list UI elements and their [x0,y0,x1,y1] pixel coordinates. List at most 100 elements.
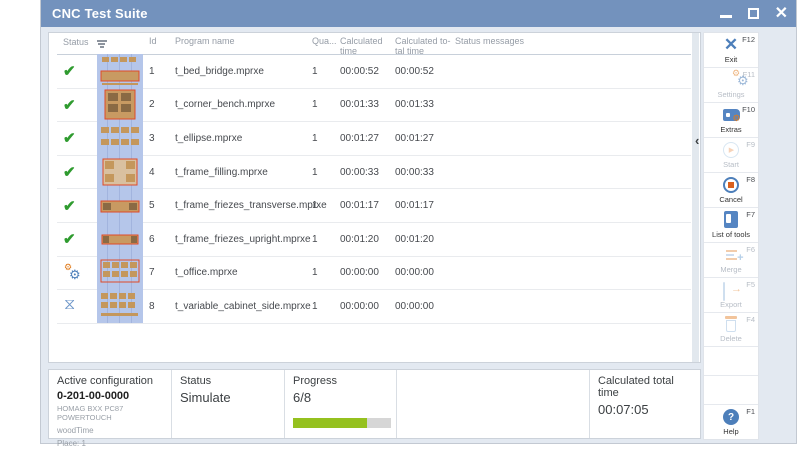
row-id: 1 [145,66,175,77]
sidebar-button-merge[interactable]: F6 + Merge [704,243,758,278]
sidebar-empty-slot-f3 [704,347,758,376]
column-header-quantity[interactable]: Qua... [312,37,340,47]
sidebar-button-extras[interactable]: F10 ⚙ Extras [704,103,758,138]
row-program-name: t_variable_cabinet_side.mprxe [175,301,312,312]
row-id: 6 [145,234,175,245]
table-body: 1t_bed_bridge.mprxe100:00:5200:00:522t_c… [57,55,691,324]
status-ok-icon [63,163,81,181]
row-program-name: t_office.mprxe [175,267,312,278]
row-calculated-total-time: 00:00:33 [395,167,455,178]
row-id: 2 [145,99,175,110]
machine-name: HOMAG BXX PC87 POWERTOUCH [57,404,163,422]
table-header-row: Status Id Program name Qua... Calculated… [57,33,691,55]
sidebar-button-cancel[interactable]: F8 Cancel [704,173,758,208]
sidebar-empty-slot-f2 [704,376,758,405]
exit-icon: ✕ [724,36,738,54]
minimize-icon[interactable] [720,15,732,18]
row-calculated-total-time: 00:00:00 [395,301,455,312]
program-preview-thumbnail [97,289,143,323]
table-row[interactable]: 5t_frame_friezes_transverse.mprxe100:01:… [57,189,691,223]
row-program-name: t_corner_bench.mprxe [175,99,312,110]
row-id: 7 [145,267,175,278]
row-program-name: t_frame_filling.mprxe [175,167,312,178]
row-quantity: 1 [312,200,340,211]
program-preview-thumbnail [97,189,143,223]
close-icon[interactable]: ✕ [775,6,788,22]
status-ok-icon [63,129,81,147]
start-icon: ▶ [723,141,739,159]
progress-bar-fill [293,418,367,428]
status-ok-icon [63,62,81,80]
app-window: CNC Test Suite ✕ Status Id Program name … [40,0,797,444]
table-row[interactable]: 4t_frame_filling.mprxe100:00:3300:00:33 [57,156,691,190]
column-header-program-name[interactable]: Program name [175,37,312,47]
sidebar-button-list-of-tools[interactable]: F7 List of tools [704,208,758,243]
program-preview-thumbnail [97,256,143,290]
progress-bar [293,418,391,428]
row-program-name: t_ellipse.mprxe [175,133,312,144]
filter-icon[interactable] [97,40,107,48]
sidebar-button-exit[interactable]: F12 ✕ Exit [704,33,758,68]
row-calculated-time: 00:01:33 [340,99,395,110]
progress-label: Progress [293,375,388,387]
status-ok-icon [63,96,81,114]
table-row[interactable]: 8t_variable_cabinet_side.mprxe100:00:000… [57,290,691,324]
delete-icon [725,315,737,333]
program-table-panel: Status Id Program name Qua... Calculated… [48,32,701,363]
program-preview-thumbnail [97,88,143,122]
row-calculated-time: 00:00:33 [340,167,395,178]
row-quantity: 1 [312,66,340,77]
sidebar-button-export[interactable]: F5 → Export [704,278,758,313]
window-title: CNC Test Suite [52,6,720,21]
row-quantity: 1 [312,99,340,110]
table-row[interactable]: 6t_frame_friezes_upright.mprxe100:01:200… [57,223,691,257]
row-id: 4 [145,167,175,178]
row-calculated-total-time: 00:00:52 [395,66,455,77]
status-footer-panel: Active configuration 0-201-00-0000 HOMAG… [48,369,701,439]
table-row[interactable]: 7t_office.mprxe100:00:0000:00:00 [57,257,691,291]
calculated-total-time-value: 00:07:05 [598,402,692,417]
sidebar-button-help[interactable]: F1 ? Help [704,405,758,439]
configuration-id: 0-201-00-0000 [57,390,163,402]
sidebar-collapse-chevron-icon[interactable]: ‹ [695,133,699,148]
window-controls: ✕ [720,6,788,22]
program-preview-thumbnail [97,155,143,189]
row-program-name: t_bed_bridge.mprxe [175,66,312,77]
column-header-calculated-total-time[interactable]: Calculated to- tal time [395,37,455,57]
table-row[interactable]: 2t_corner_bench.mprxe100:01:3300:01:33 [57,89,691,123]
sidebar-button-settings[interactable]: F11 ⚙⚙ Settings [704,68,758,103]
sidebar-button-start[interactable]: F9 ▶ Start [704,138,758,173]
help-icon: ? [723,408,739,426]
active-configuration-cell: Active configuration 0-201-00-0000 HOMAG… [49,370,172,438]
vertical-scrollbar[interactable] [692,33,699,362]
row-calculated-total-time: 00:00:00 [395,267,455,278]
sidebar-button-delete[interactable]: F4 Delete [704,313,758,348]
program-preview-thumbnail [97,222,143,256]
row-calculated-time: 00:00:52 [340,66,395,77]
table-row[interactable]: 3t_ellipse.mprxe100:01:2700:01:27 [57,122,691,156]
row-quantity: 1 [312,167,340,178]
progress-count: 6/8 [293,390,388,405]
row-calculated-total-time: 00:01:17 [395,200,455,211]
row-calculated-total-time: 00:01:27 [395,133,455,144]
row-calculated-total-time: 00:01:33 [395,99,455,110]
status-ok-icon [63,197,81,215]
app-body: Status Id Program name Qua... Calculated… [41,27,796,444]
status-cell: Status Simulate [172,370,285,438]
column-header-id[interactable]: Id [145,37,175,47]
row-id: 8 [145,301,175,312]
row-id: 3 [145,133,175,144]
status-value: Simulate [180,390,276,405]
column-header-calculated-time[interactable]: Calculated time [340,37,395,57]
table-row[interactable]: 1t_bed_bridge.mprxe100:00:5200:00:52 [57,55,691,89]
extras-icon: ⚙ [723,106,740,124]
row-program-name: t_frame_friezes_upright.mprxe [175,234,312,245]
export-icon: → [723,281,739,299]
row-quantity: 1 [312,234,340,245]
row-calculated-time: 00:00:00 [340,301,395,312]
maximize-icon[interactable] [748,8,759,19]
footer-empty-cell [397,370,590,438]
row-quantity: 1 [312,267,340,278]
column-header-status-messages[interactable]: Status messages [455,37,691,47]
column-header-status[interactable]: Status [57,37,97,48]
